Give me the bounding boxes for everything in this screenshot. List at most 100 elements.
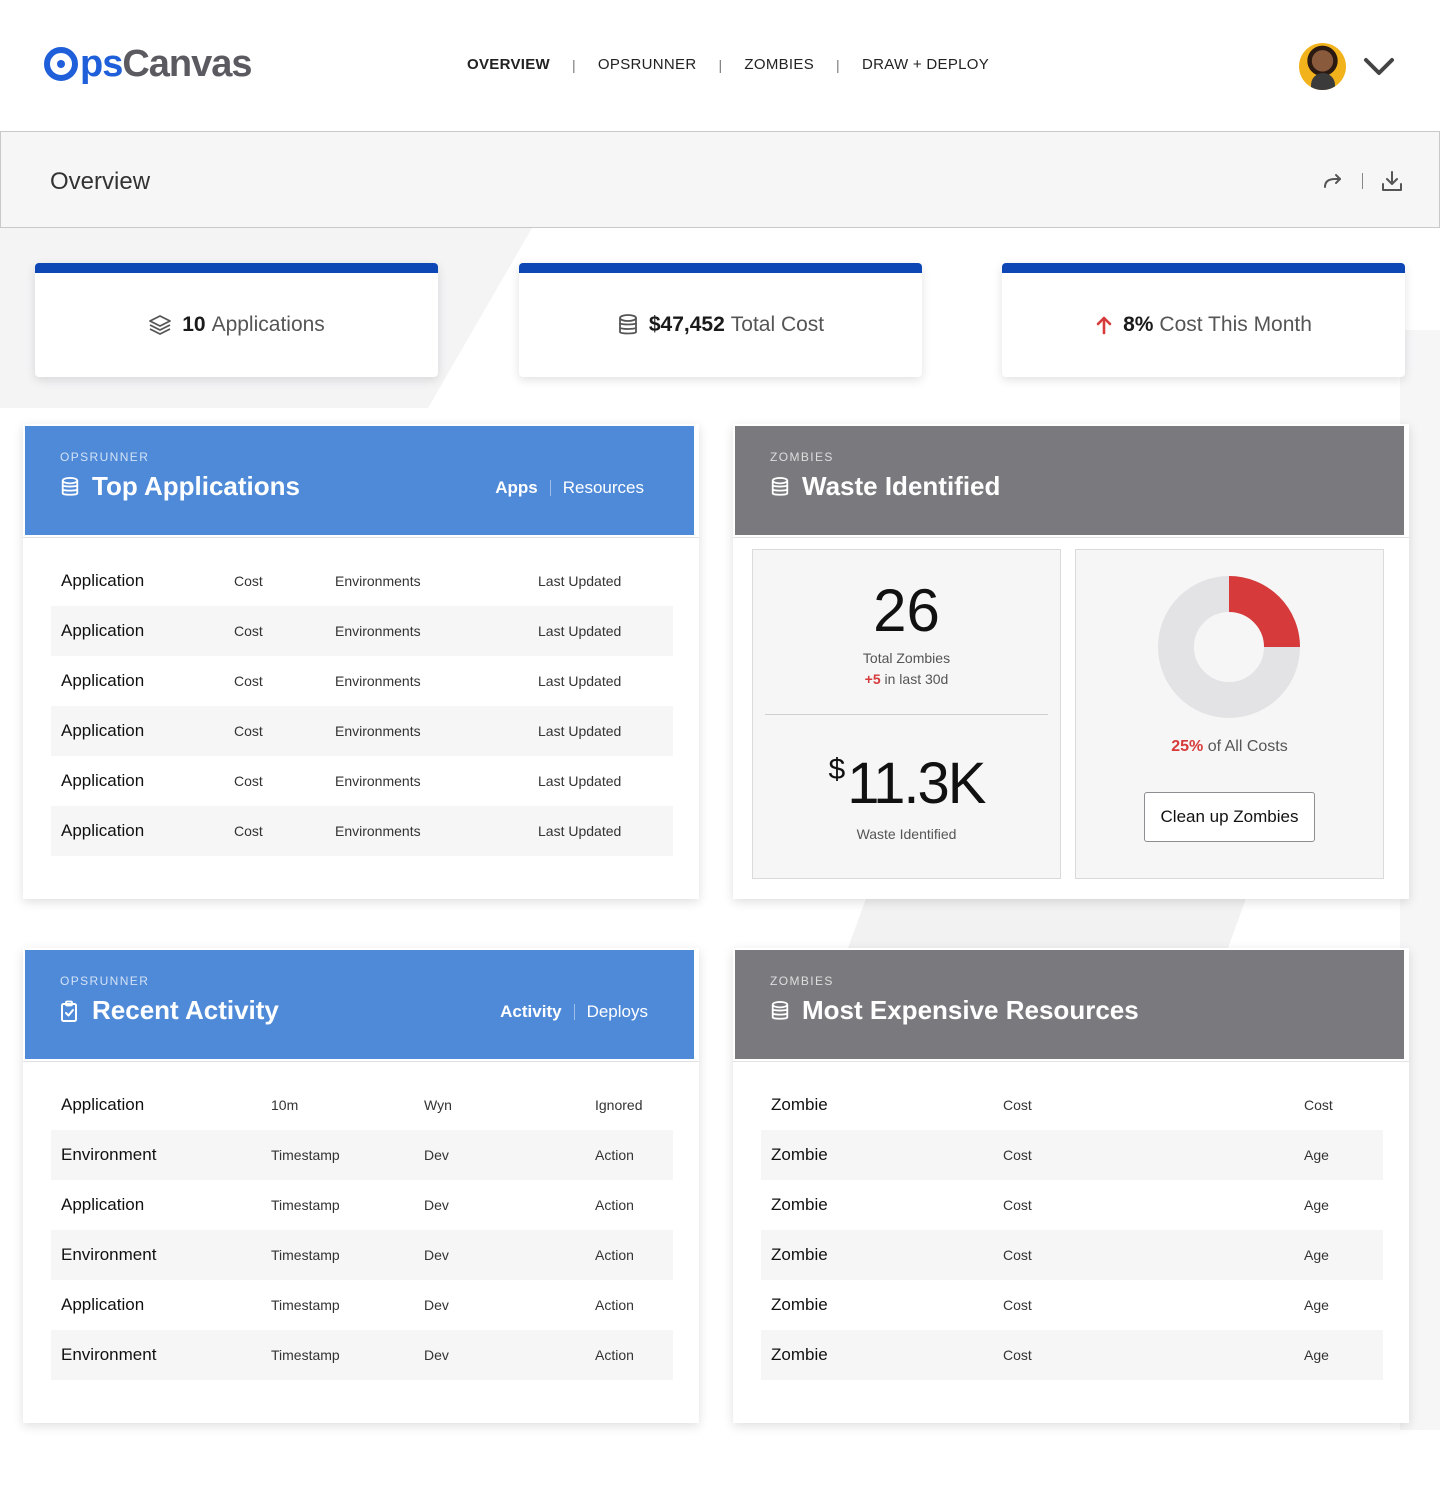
panel-tabs: Apps Resources [495,478,644,498]
table-cell: Cost [234,723,263,739]
clean-up-zombies-button[interactable]: Clean up Zombies [1144,792,1315,842]
table-row[interactable]: Application Cost Environments Last Updated [51,806,673,856]
table-cell: Cost [1304,1097,1333,1113]
divider [23,537,699,538]
panel-header: ZOMBIES Waste Identified [735,426,1404,535]
stat-value: $47,452 [648,313,725,336]
resource-row[interactable]: Zombie Cost Age [761,1130,1383,1180]
stat-card-total-cost[interactable]: $47,452 Total Cost [519,263,922,377]
stat-label: Total Cost [730,313,825,336]
nav-separator: | [571,56,576,73]
database-icon [60,476,80,498]
panel-eyebrow: ZOMBIES [770,450,834,464]
logo-canvas-text: Canvas [122,42,252,85]
tab-apps[interactable]: Apps [495,478,538,498]
nav-opsrunner[interactable]: OPSRUNNER [598,56,697,73]
table-cell: Cost [1003,1147,1032,1163]
table-cell: Timestamp [271,1147,340,1163]
activity-row[interactable]: Application Timestamp Dev Action [51,1280,673,1330]
stat-card-cost-this-month[interactable]: 8% Cost This Month [1002,263,1405,377]
download-icon[interactable] [1381,170,1403,192]
recent-activity-panel: OPSRUNNER Recent Activity Activity Deplo… [23,948,699,1423]
stat-value: 8% [1123,313,1154,336]
database-icon [770,1000,790,1022]
table-row[interactable]: Application Cost Environments Last Updated [51,606,673,656]
table-cell: Environments [335,573,421,589]
table-row[interactable]: Application Cost Environments Last Updated [51,756,673,806]
total-zombies-count: 26 [873,577,940,644]
share-arrow-icon[interactable] [1322,170,1344,192]
table-cell: Timestamp [271,1347,340,1363]
panel-eyebrow: OPSRUNNER [60,450,150,464]
table-cell: Age [1304,1347,1329,1363]
table-cell: Application [61,721,145,740]
table-cell: Cost [1003,1197,1032,1213]
zombies-delta: +5 in last 30d [753,671,1060,687]
divider [733,537,1409,538]
table-row[interactable]: Application Cost Environments Last Updated [51,556,673,606]
table-cell: Zombie [771,1095,828,1114]
most-expensive-resources-panel: ZOMBIES Most Expensive Resources Zombie C… [733,948,1409,1423]
table-cell: Cost [1003,1247,1032,1263]
resource-row[interactable]: Zombie Cost Age [761,1180,1383,1230]
tab-resources[interactable]: Resources [563,478,644,498]
table-cell: Cost [1003,1097,1032,1113]
layers-icon [148,313,172,337]
panel-header: ZOMBIES Most Expensive Resources [735,950,1404,1059]
table-cell: Zombie [771,1295,828,1314]
table-cell: Cost [234,573,263,589]
table-cell: Application [61,771,145,790]
table-row[interactable]: Application Cost Environments Last Updated [51,656,673,706]
activity-row[interactable]: Application Timestamp Dev Action [51,1180,673,1230]
table-cell: Last Updated [538,773,622,789]
page-header: Overview [0,132,1440,228]
page-title: Overview [50,168,151,195]
table-cell: Dev [424,1297,449,1313]
tab-deploys[interactable]: Deploys [587,1002,648,1022]
table-cell: Dev [424,1347,449,1363]
resource-row[interactable]: Zombie Cost Age [761,1330,1383,1380]
table-cell: Environment [61,1145,157,1164]
panel-eyebrow: ZOMBIES [770,974,834,988]
table-cell: Environments [335,673,421,689]
waste-percent-label: of All Costs [1207,738,1288,755]
panel-title-text: Top Applications [92,471,300,501]
top-navigation-bar: ps Canvas OVERVIEW | OPSRUNNER | ZOMBIES… [0,0,1440,132]
resource-row[interactable]: Zombie Cost Age [761,1280,1383,1330]
divider [23,1061,699,1062]
stat-card-applications[interactable]: 10 Applications [35,263,438,377]
main-nav: OVERVIEW | OPSRUNNER | ZOMBIES | DRAW + … [467,56,989,73]
table-cell: Cost [234,773,263,789]
table-cell: Cost [234,823,263,839]
table-cell: Age [1304,1147,1329,1163]
chevron-down-icon[interactable] [1362,50,1396,84]
activity-row[interactable]: Environment Timestamp Dev Action [51,1130,673,1180]
table-cell: Application [61,571,145,590]
table-cell: Environments [335,823,421,839]
table-cell: Timestamp [271,1247,340,1263]
nav-zombies[interactable]: ZOMBIES [744,56,814,73]
table-cell: Application [61,671,145,690]
table-cell: Application [61,1095,145,1114]
resource-row[interactable]: Zombie Cost Cost [761,1080,1383,1130]
panel-title: Waste Identified [770,471,1000,502]
page-actions [1322,170,1403,192]
nav-draw-deploy[interactable]: DRAW + DEPLOY [862,56,989,73]
table-row[interactable]: Application Cost Environments Last Updated [51,706,673,756]
table-cell: Application [61,1195,145,1214]
nav-overview[interactable]: OVERVIEW [467,56,550,73]
user-avatar[interactable] [1299,43,1346,90]
total-zombies-label: Total Zombies [862,650,951,666]
waste-amount: $11.3K [753,750,1060,817]
table-cell: Environment [61,1345,157,1364]
tab-activity[interactable]: Activity [500,1002,561,1022]
table-cell: Last Updated [538,823,622,839]
table-cell: Environments [335,723,421,739]
activity-row[interactable]: Environment Timestamp Dev Action [51,1330,673,1380]
opscanvas-logo[interactable]: ps Canvas [44,40,253,88]
activity-row[interactable]: Application 10m Wyn Ignored [51,1080,673,1130]
resource-row[interactable]: Zombie Cost Age [761,1230,1383,1280]
activity-row[interactable]: Environment Timestamp Dev Action [51,1230,673,1280]
table-cell: Action [595,1297,634,1313]
table-cell: Environments [335,773,421,789]
